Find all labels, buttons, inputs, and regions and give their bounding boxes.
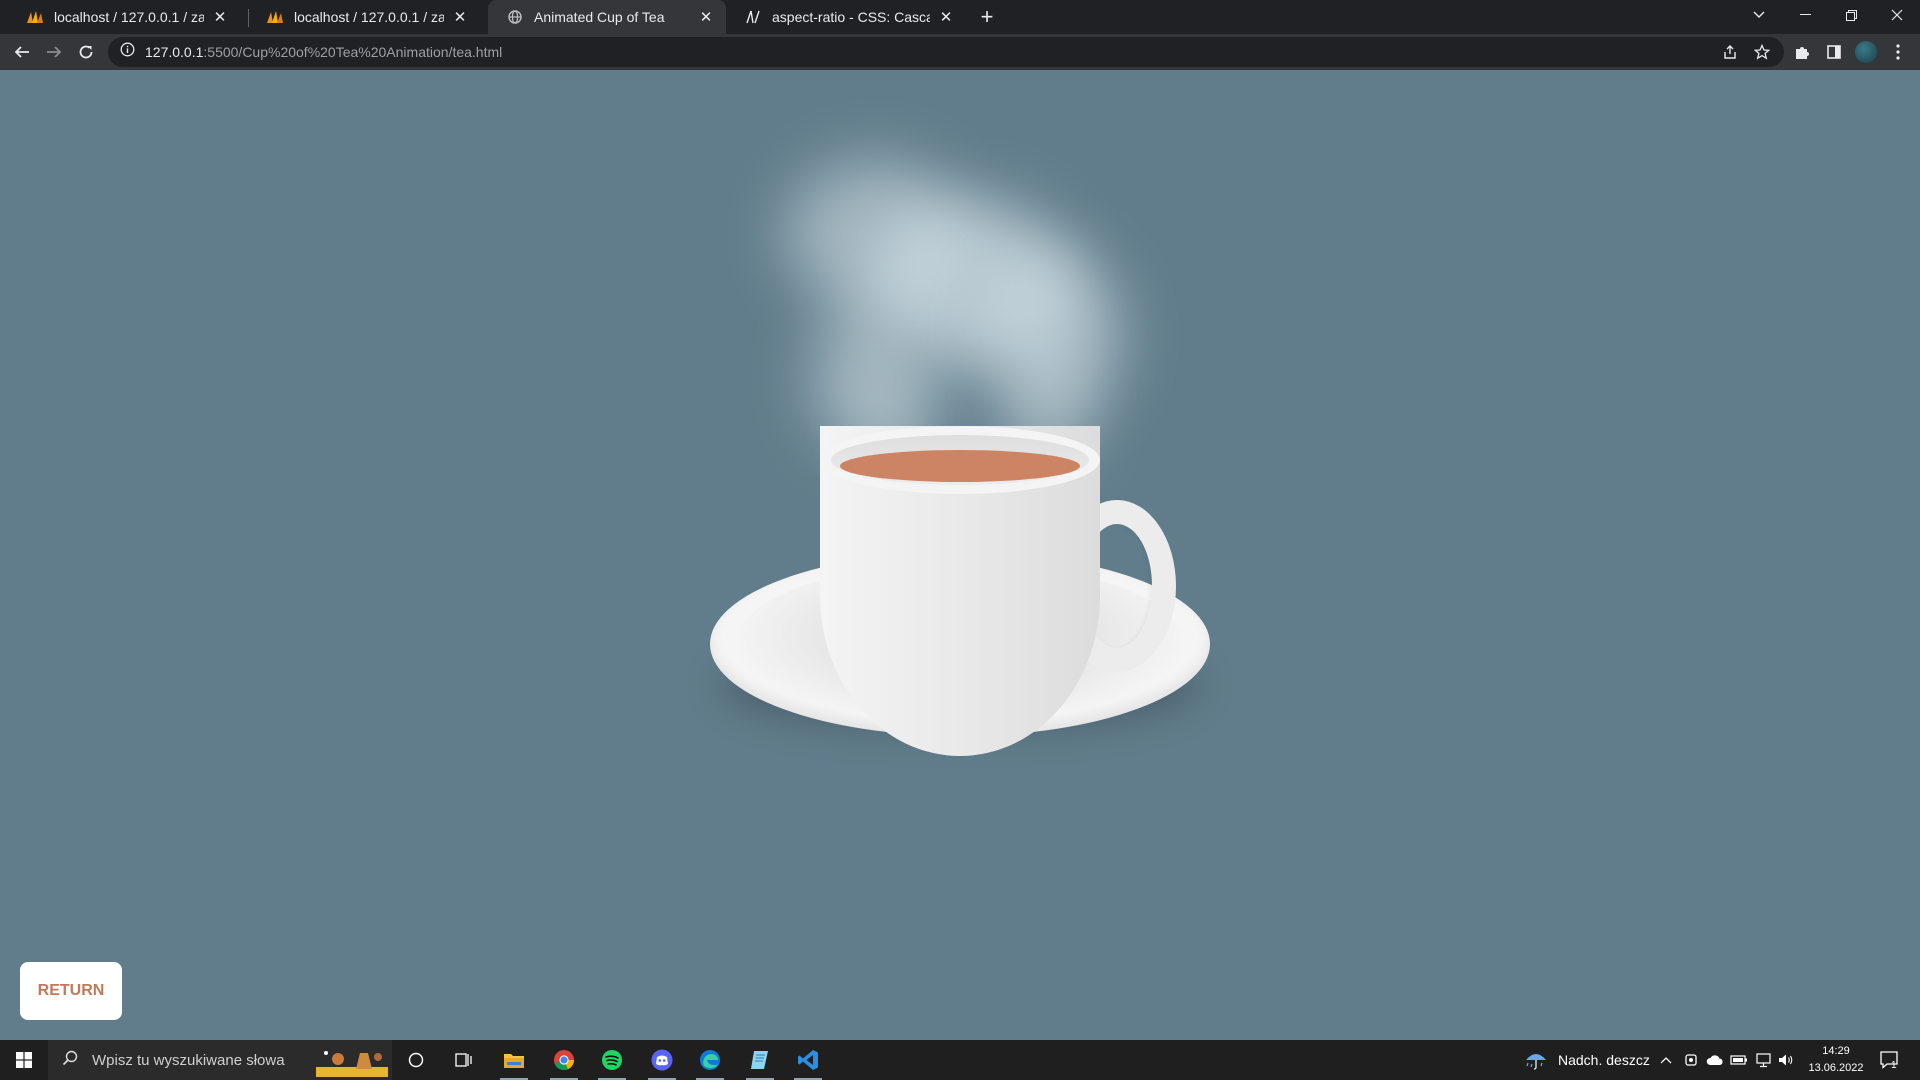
notepad-icon[interactable] xyxy=(736,1040,784,1080)
info-icon[interactable] xyxy=(120,42,135,62)
avatar xyxy=(1855,41,1877,63)
clock-date: 13.06.2022 xyxy=(1808,1062,1864,1074)
tab-title: localhost / 127.0.0.1 / zatrudnien xyxy=(294,9,444,25)
close-window-button[interactable] xyxy=(1874,0,1920,30)
edge-icon[interactable] xyxy=(686,1040,734,1080)
tab-title: aspect-ratio - CSS: Cascading Sty xyxy=(772,9,930,25)
vscode-icon[interactable] xyxy=(784,1040,832,1080)
url-host: 127.0.0.1 xyxy=(145,44,204,60)
side-panel-icon[interactable] xyxy=(1820,38,1848,66)
tea-surface xyxy=(840,450,1080,482)
phpmyadmin-icon xyxy=(26,9,44,25)
tray-chevron-up-icon[interactable] xyxy=(1660,1040,1672,1080)
tab-animated-cup-of-tea[interactable]: Animated Cup of Tea ✕ xyxy=(488,0,726,34)
mdn-icon xyxy=(744,9,762,25)
search-highlight-illustration-icon xyxy=(316,1045,388,1080)
weather-text: Nadch. deszcz xyxy=(1558,1052,1650,1068)
tab-strip: localhost / 127.0.0.1 / zatrudnien ✕ loc… xyxy=(0,0,1920,34)
file-explorer-icon[interactable] xyxy=(490,1040,538,1080)
reload-icon[interactable] xyxy=(72,38,100,66)
taskbar-clock[interactable]: 14:29 13.06.2022 xyxy=(1800,1043,1872,1077)
share-icon[interactable] xyxy=(1716,38,1744,66)
search-icon xyxy=(62,1050,78,1070)
battery-icon[interactable] xyxy=(1730,1040,1748,1080)
forward-arrow-icon[interactable] xyxy=(40,38,68,66)
bookmark-star-icon[interactable] xyxy=(1748,38,1776,66)
close-icon[interactable]: ✕ xyxy=(210,7,230,27)
close-icon[interactable]: ✕ xyxy=(450,7,470,27)
volume-icon[interactable] xyxy=(1778,1040,1794,1080)
globe-icon xyxy=(506,9,524,25)
discord-icon[interactable] xyxy=(638,1040,686,1080)
tray-meet-icon[interactable] xyxy=(1684,1040,1698,1080)
task-view-icon[interactable] xyxy=(440,1040,488,1080)
page-viewport: RETURN xyxy=(0,70,1920,1040)
url-path: :5500/Cup%20of%20Tea%20Animation/tea.htm… xyxy=(203,44,503,60)
tea-cup-illustration xyxy=(0,70,1920,1040)
notification-center-icon[interactable]: 1 xyxy=(1880,1040,1900,1080)
weather-widget[interactable]: Nadch. deszcz xyxy=(1524,1040,1650,1080)
spotify-icon[interactable] xyxy=(588,1040,636,1080)
new-tab-button[interactable]: + xyxy=(974,4,1000,30)
clock-time: 14:29 xyxy=(1822,1045,1850,1057)
onedrive-cloud-icon[interactable] xyxy=(1706,1040,1724,1080)
tab-phpmyadmin-1[interactable]: localhost / 127.0.0.1 / zatrudnien ✕ xyxy=(8,0,240,34)
cortana-icon[interactable] xyxy=(392,1040,440,1080)
tab-title: Animated Cup of Tea xyxy=(534,9,665,25)
tab-mdn-aspect-ratio[interactable]: aspect-ratio - CSS: Cascading Sty ✕ xyxy=(726,0,966,34)
network-icon[interactable] xyxy=(1754,1040,1772,1080)
close-icon[interactable]: ✕ xyxy=(696,7,716,27)
menu-kebab-icon[interactable] xyxy=(1884,38,1912,66)
tab-search-chevron-icon[interactable] xyxy=(1736,0,1782,30)
restore-button[interactable] xyxy=(1828,0,1874,30)
url-text[interactable]: 127.0.0.1:5500/Cup%20of%20Tea%20Animatio… xyxy=(145,44,502,60)
address-bar[interactable]: 127.0.0.1:5500/Cup%20of%20Tea%20Animatio… xyxy=(108,37,1784,67)
windows-taskbar: Wpisz tu wyszukiwane słowa Nadch. deszcz xyxy=(0,1040,1920,1080)
windows-start-icon[interactable] xyxy=(0,1040,48,1080)
notification-count: 1 xyxy=(1891,1060,1897,1071)
close-icon[interactable]: ✕ xyxy=(936,7,956,27)
extensions-puzzle-icon[interactable] xyxy=(1788,38,1816,66)
return-button[interactable]: RETURN xyxy=(20,962,122,1020)
profile-avatar[interactable] xyxy=(1852,38,1880,66)
phpmyadmin-icon xyxy=(266,9,284,25)
umbrella-rain-icon xyxy=(1524,1048,1548,1073)
tab-phpmyadmin-2[interactable]: localhost / 127.0.0.1 / zatrudnien ✕ xyxy=(248,0,480,34)
taskbar-search-input[interactable]: Wpisz tu wyszukiwane słowa xyxy=(48,1040,392,1080)
back-arrow-icon[interactable] xyxy=(8,38,36,66)
browser-toolbar: 127.0.0.1:5500/Cup%20of%20Tea%20Animatio… xyxy=(0,34,1920,70)
tab-title: localhost / 127.0.0.1 / zatrudnien xyxy=(54,9,204,25)
chrome-icon[interactable] xyxy=(540,1040,588,1080)
minimize-button[interactable] xyxy=(1782,0,1828,30)
search-placeholder: Wpisz tu wyszukiwane słowa xyxy=(92,1051,285,1069)
